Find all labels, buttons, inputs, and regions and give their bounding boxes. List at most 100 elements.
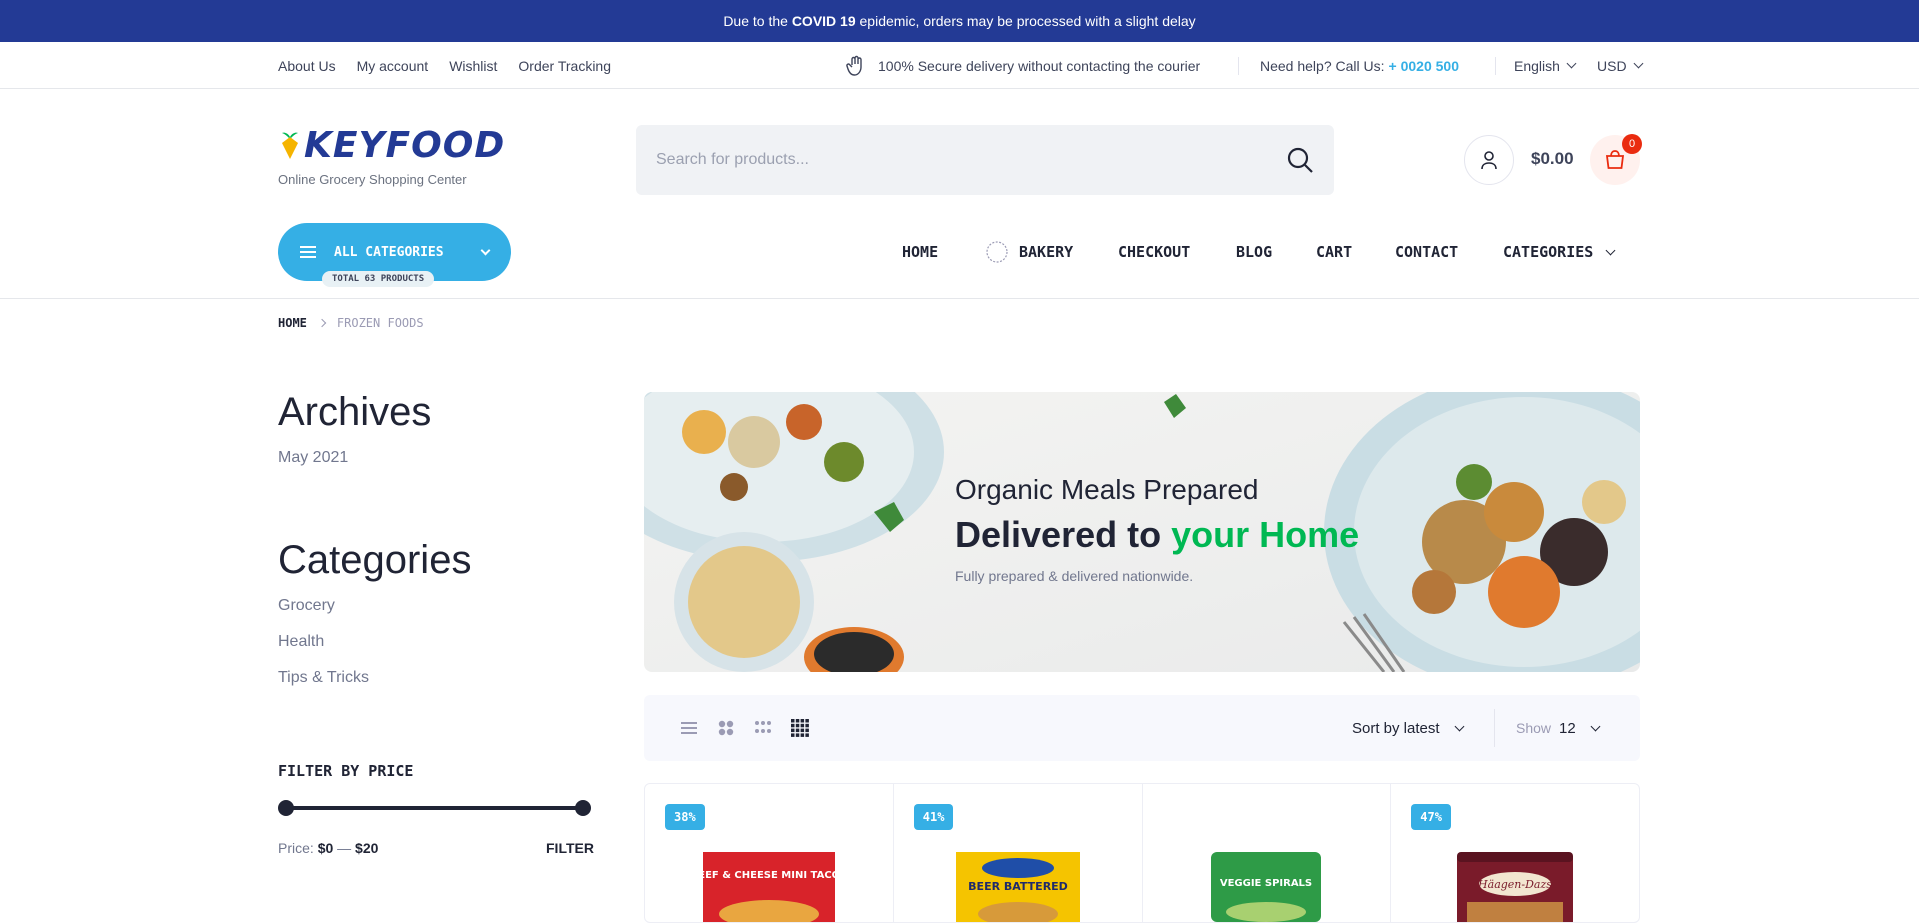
grid-2-view-icon[interactable] (717, 719, 735, 737)
site-header: KEYFOOD Online Grocery Shopping Center $… (0, 89, 1919, 299)
site-logo[interactable]: KEYFOOD Online Grocery Shopping Center (278, 125, 505, 187)
category-link-health[interactable]: Health (278, 633, 324, 651)
nav-blog[interactable]: BLOG (1236, 223, 1272, 281)
divider (1494, 709, 1495, 747)
cart-button[interactable]: 0 (1590, 134, 1642, 185)
secure-delivery-notice: 100% Secure delivery without contacting … (844, 42, 1200, 89)
language-value: English (1514, 57, 1560, 74)
slider-max-handle[interactable] (575, 800, 591, 816)
product-image-text: VEGGIE SPIRALS (1220, 878, 1312, 889)
divider (1238, 57, 1239, 75)
announcement-suffix: epidemic, orders may be processed with a… (859, 13, 1196, 29)
carrot-logo-icon (282, 132, 298, 159)
filter-by-price-heading: FILTER BY PRICE (278, 762, 414, 780)
utility-links: About Us My account Wishlist Order Track… (278, 42, 611, 89)
nav-contact[interactable]: CONTACT (1395, 223, 1458, 281)
category-link-grocery[interactable]: Grocery (278, 597, 335, 615)
show-count-dropdown[interactable]: Show 12 (1516, 695, 1601, 761)
discount-badge: 47% (1411, 804, 1451, 830)
nav-bakery-label: BAKERY (1019, 243, 1074, 261)
announcement-highlight: COVID 19 (791, 13, 856, 29)
slider-track (286, 806, 583, 810)
banner-line2b: your Home (1171, 514, 1360, 555)
logo-text: KEYFOOD (304, 125, 506, 166)
discount-badge: 38% (665, 804, 705, 830)
cart-count-badge: 0 (1622, 134, 1642, 154)
chevron-down-icon (1605, 245, 1616, 255)
banner-line3: Fully prepared & delivered nationwide. (955, 568, 1194, 584)
logo-tagline: Online Grocery Shopping Center (278, 172, 467, 187)
my-account-link[interactable]: My account (357, 58, 429, 74)
currency-value: USD (1597, 57, 1627, 74)
shopping-bag-icon (1605, 150, 1625, 169)
currency-selector[interactable]: USD (1597, 42, 1644, 89)
product-card[interactable]: VEGGIE SPIRALS (1143, 784, 1392, 922)
sort-dropdown[interactable]: Sort by latest (1352, 695, 1464, 761)
main-nav: HOME BAKERY CHECKOUT BLOG CART CONTACT C… (0, 223, 1919, 281)
language-selector[interactable]: English (1514, 42, 1577, 89)
nav-categories[interactable]: CATEGORIES (1503, 223, 1616, 281)
chevron-down-icon (1633, 58, 1644, 69)
chevron-right-icon (317, 318, 327, 328)
order-tracking-link[interactable]: Order Tracking (518, 58, 611, 74)
product-grid: 38% BEEF & CHEESE MINI TACOS 41% BEER BA… (644, 783, 1640, 923)
breadcrumb-current: FROZEN FOODS (336, 316, 424, 330)
search-icon[interactable] (1286, 146, 1314, 174)
logo-wordmark: KEYFOOD (278, 125, 505, 166)
help-text: Need help? Call Us: (1260, 57, 1385, 74)
search-bar (636, 125, 1334, 195)
banner-line2a: Delivered to (955, 514, 1162, 555)
search-input[interactable] (656, 151, 1286, 169)
secure-delivery-text: 100% Secure delivery without contacting … (878, 57, 1201, 74)
category-link-tips[interactable]: Tips & Tricks (278, 669, 369, 687)
price-range-slider[interactable] (278, 800, 591, 816)
user-icon (1481, 151, 1497, 170)
help-contact: Need help? Call Us: + 0020 500 (1260, 42, 1459, 89)
utility-bar: About Us My account Wishlist Order Track… (0, 42, 1919, 89)
product-image-text: BEEF & CHEESE MINI TACOS (703, 870, 835, 881)
show-label: Show (1516, 720, 1552, 736)
hand-icon (846, 55, 862, 76)
phone-number[interactable]: + 0020 500 (1389, 58, 1459, 74)
list-view-icon[interactable] (680, 719, 698, 737)
price-range-text: Price: $0 — $20 (278, 840, 378, 856)
price-max: $20 (355, 840, 379, 856)
nav-bakery[interactable]: BAKERY (985, 223, 1073, 281)
banner-headline: Delivered to your Home (955, 514, 1359, 556)
filter-button[interactable]: FILTER (546, 840, 594, 856)
product-card[interactable]: 47% Häagen-Dazs (1391, 784, 1639, 922)
nav-cart[interactable]: CART (1316, 223, 1352, 281)
price-separator: — (337, 840, 352, 856)
price-min: $0 (317, 840, 334, 856)
nav-categories-label: CATEGORIES (1503, 243, 1594, 261)
breadcrumb-home[interactable]: HOME (278, 316, 307, 330)
grid-4-view-icon[interactable] (791, 719, 809, 737)
categories-heading: Categories (278, 538, 472, 582)
account-button[interactable] (1464, 135, 1514, 185)
product-card[interactable]: 41% BEER BATTERED (894, 784, 1143, 922)
product-image-text: BEER BATTERED (968, 880, 1068, 893)
product-card[interactable]: 38% BEEF & CHEESE MINI TACOS (645, 784, 894, 922)
wishlist-link[interactable]: Wishlist (449, 58, 497, 74)
chevron-down-icon (1454, 721, 1464, 731)
announcement-bar: Due to the COVID 19 epidemic, orders may… (0, 0, 1919, 42)
slider-min-handle[interactable] (278, 800, 294, 816)
breadcrumb: HOME FROZEN FOODS (278, 316, 424, 330)
price-label: Price: (278, 840, 314, 856)
divider (1495, 57, 1496, 75)
nav-checkout[interactable]: CHECKOUT (1118, 223, 1190, 281)
announcement-prefix: Due to the (723, 13, 788, 29)
banner-line1: Organic Meals Prepared (955, 474, 1259, 505)
discount-badge: 41% (913, 804, 954, 830)
nav-home[interactable]: HOME (902, 223, 938, 281)
chevron-down-icon (1590, 721, 1601, 731)
cookie-icon (986, 241, 1008, 263)
archive-link[interactable]: May 2021 (278, 449, 348, 467)
grid-3-view-icon[interactable] (754, 719, 772, 737)
product-toolbar: Sort by latest Show 12 (644, 695, 1640, 761)
promo-banner[interactable]: Organic Meals Prepared Delivered to your… (644, 392, 1640, 672)
chevron-down-icon (1566, 58, 1577, 69)
about-us-link[interactable]: About Us (278, 58, 336, 74)
cart-total: $0.00 (1531, 149, 1574, 168)
sort-label: Sort by latest (1352, 719, 1440, 737)
